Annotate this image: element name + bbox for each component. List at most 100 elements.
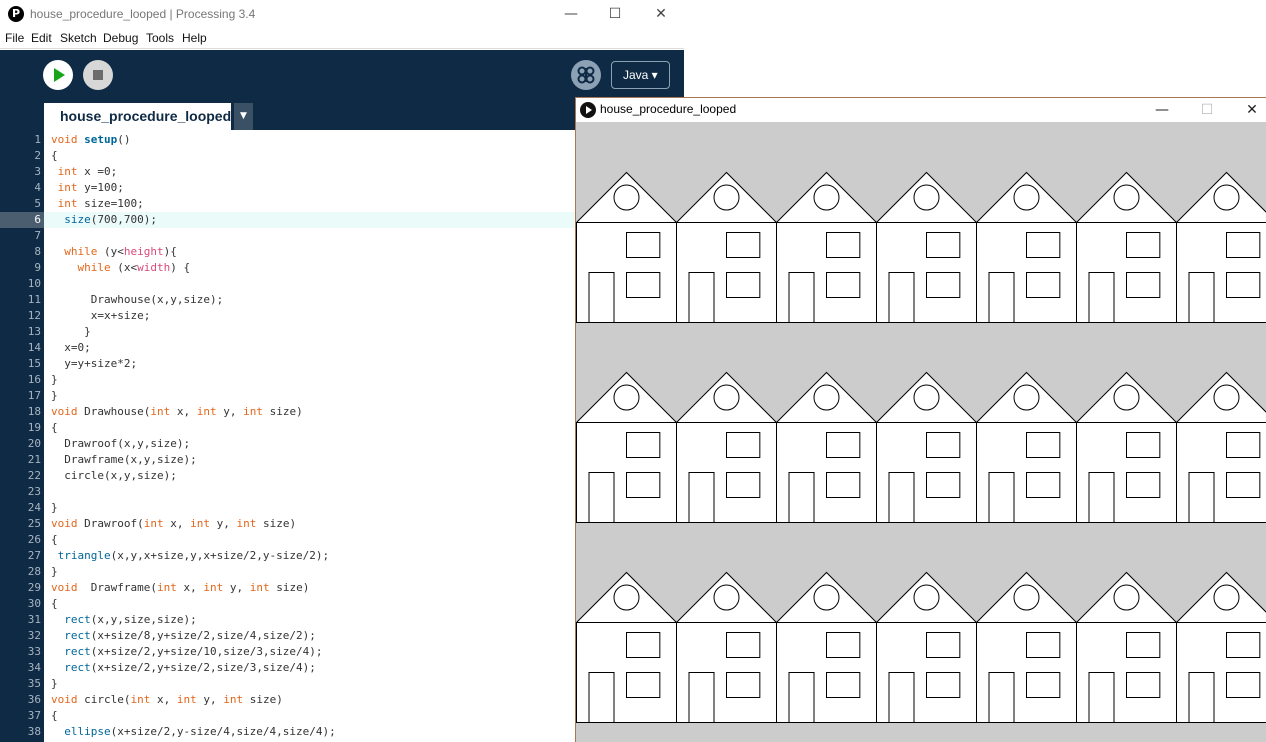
code-line[interactable]: rect(x,y,size,size); [51,612,196,628]
code-line[interactable]: } [51,500,58,516]
code-line[interactable]: x=0; [51,340,91,356]
minimize-button[interactable]: — [548,0,594,28]
house-door [588,272,615,323]
code-line[interactable]: void Drawframe(int x, int y, int size) [51,580,309,596]
code-line[interactable]: void circle(int x, int y, int size) [51,692,283,708]
sketch-minimize-button[interactable]: — [1139,98,1185,122]
code-token: void [51,405,78,418]
code-token: int [196,405,217,418]
code-line[interactable]: Drawhouse(x,y,size); [51,292,223,308]
code-line[interactable]: void Drawhouse(int x, int y, int size) [51,404,303,420]
menu-sketch[interactable]: Sketch [60,31,97,45]
code-line[interactable]: while (y<height){ [51,244,177,260]
menu-tools[interactable]: Tools [146,31,174,45]
code-line[interactable]: rect(x+size/2,y+size/10,size/3,size/4); [51,644,322,660]
code-line[interactable]: } [51,324,91,340]
code-line[interactable]: void setup() [51,132,131,148]
code-line[interactable]: } [51,372,58,388]
mode-selector[interactable]: Java ▾ [611,61,670,89]
code-token: int [57,181,78,194]
line-number: 22 [27,469,41,482]
code-line[interactable]: { [51,708,58,724]
code-line[interactable]: { [51,148,58,164]
house-door [788,472,815,523]
code-token: triangle [57,549,111,562]
close-button[interactable]: ✕ [638,0,684,28]
code-token: int [176,693,197,706]
house-door [1088,672,1115,723]
code-token: y, [196,693,224,706]
house-attic-window [1213,584,1240,611]
code-token: int [156,581,177,594]
code-line[interactable]: ellipse(x+size/2,y-size/4,size/4,size/4)… [51,724,336,740]
menu-debug[interactable]: Debug [103,31,138,45]
tab-menu-arrow-icon[interactable]: ▼ [234,103,253,130]
code-token: (x< [110,261,138,274]
code-line[interactable]: { [51,420,58,436]
line-number: 32 [27,629,41,642]
code-token: (y< [97,245,124,258]
code-line[interactable]: y=y+size*2; [51,356,137,372]
house-attic-window [813,584,840,611]
code-token: () [117,133,131,146]
menu-help[interactable]: Help [182,31,207,45]
tab-house-procedure-looped[interactable]: house_procedure_looped [44,103,231,130]
code-line[interactable]: int size=100; [51,196,144,212]
house-window [826,472,861,498]
debugger-button[interactable] [571,60,601,90]
code-line[interactable]: Drawframe(x,y,size); [51,452,196,468]
house-window [1226,232,1261,258]
code-token: size) [256,517,297,530]
ide-titlebar[interactable]: P house_procedure_looped | Processing 3.… [0,0,684,28]
code-line[interactable]: { [51,596,58,612]
house-window [1126,632,1161,658]
code-line[interactable]: int x =0; [51,164,118,180]
code-line[interactable]: { [51,532,58,548]
code-line[interactable]: while (x<width) { [51,260,191,276]
code-line[interactable]: } [51,676,58,692]
code-line[interactable]: size(700,700); [51,212,157,228]
house-door [988,272,1015,323]
code-line[interactable]: rect(x+size/2,y+size/2,size/3,size/4); [51,660,316,676]
sketch-close-button[interactable]: ✕ [1229,98,1266,122]
code-token: int [236,517,257,530]
code-token: Drawhouse(x,y,size); [51,293,224,306]
house-attic-window [613,584,640,611]
code-token: void [51,693,78,706]
code-line[interactable]: triangle(x,y,x+size,y,x+size/2,y-size/2)… [51,548,330,564]
menu-edit[interactable]: Edit [31,31,52,45]
sketch-canvas[interactable] [576,122,1266,742]
code-line[interactable]: int y=100; [51,180,124,196]
code-line[interactable]: rect(x+size/8,y+size/2,size/4,size/2); [51,628,316,644]
code-token: int [190,517,210,530]
house-window [1126,472,1161,498]
house-attic-window [1213,384,1240,411]
code-line[interactable]: circle(x,y,size); [51,468,177,484]
code-line[interactable]: Drawroof(x,y,size); [51,436,190,452]
house-window [826,632,861,658]
line-number: 23 [27,485,41,498]
code-line[interactable]: } [51,564,58,580]
menu-file[interactable]: File [5,31,24,45]
code-token: { [170,245,177,258]
code-line[interactable]: void Drawroof(int x, int y, int size) [51,516,296,532]
code-token: Drawroof( [77,517,144,530]
house-door [888,472,915,523]
code-line[interactable]: } [51,388,58,404]
house-attic-window [1013,584,1040,611]
sketch-titlebar[interactable]: house_procedure_looped — ☐ ✕ [576,98,1266,122]
code-line[interactable]: x=x+size; [51,308,151,324]
sketch-maximize-button[interactable]: ☐ [1184,98,1230,122]
house-window [926,272,961,298]
maximize-button[interactable]: ☐ [592,0,638,28]
stop-button[interactable] [83,60,113,90]
code-token: circle(x,y,size); [51,469,177,482]
menu-bar: File Edit Sketch Debug Tools Help [0,28,684,49]
run-button[interactable] [43,60,73,90]
code-token: rect [64,645,91,658]
